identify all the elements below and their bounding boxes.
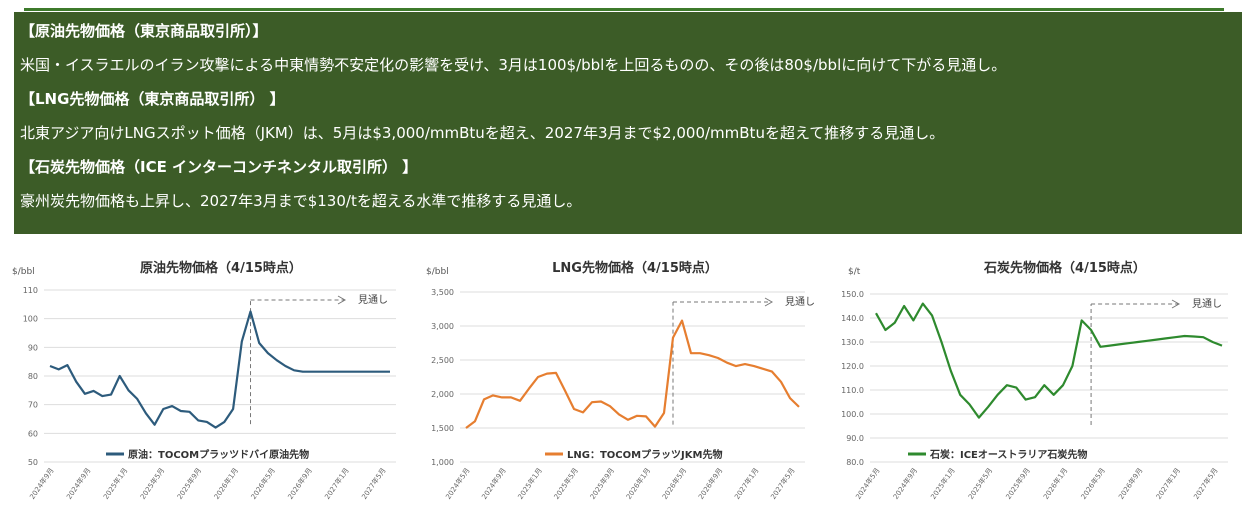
x-tick-label: 2027年5月 [1191,466,1219,501]
x-tick-label: 2024年9月 [27,466,55,501]
x-tick-label: 2025年5月 [552,466,580,501]
y-tick-label: 110 [23,286,38,295]
panel-heading-lng: 【LNG先物価格（東京商品取引所） 】 [20,90,285,108]
chart-coal: 石炭先物価格（4/15時点） $/t 150.0 140.0 130.0 120.0 110… [840,250,1240,524]
y-tick-label: 140.0 [841,314,864,323]
panel-text-lng: 北東アジア向けLNGスポット価格（JKM）は、5月は$3,000/mmBtuを超… [20,124,945,142]
forecast-annotation: 見通し [1192,298,1222,310]
x-tick-label: 2026年5月 [1079,466,1107,501]
series-line [49,310,390,429]
forecast-annotation: 見通し [358,294,388,306]
x-tick-label: 2026年5月 [249,466,277,501]
x-tick-label: 2027年5月 [768,466,796,501]
x-tick-label: 2027年5月 [359,466,387,501]
chart-title: LNG先物価格（4/15時点） [552,260,718,276]
x-tick-label: 2024年5月 [443,466,471,501]
y-tick-label: 80 [28,372,38,381]
y-tick-label: 60 [28,429,38,438]
panel-heading-coal: 【石炭先物価格（ICE インターコンチネンタル取引所） 】 [20,158,418,176]
x-tick-label: 2025年9月 [175,466,203,501]
legend-label: LNG：TOCOMプラッツJKM先物 [567,448,722,461]
legend-label: 原油：TOCOMプラッツドバイ原油先物 [128,448,309,461]
panel-heading-crude: 【原油先物価格（東京商品取引所）】 [20,22,268,40]
y-tick-label: 90.0 [846,434,864,443]
y-tick-label: 1,000 [431,458,454,467]
y-tick-label: 90 [28,343,38,352]
x-tick-label: 2025年1月 [516,466,544,501]
x-tick-label: 2025年9月 [588,466,616,501]
x-tick-label: 2026年1月 [212,466,240,501]
x-tick-label: 2026年1月 [1041,466,1069,501]
x-tick-label: 2025年1月 [101,466,129,501]
x-tick-label: 2026年9月 [696,466,724,501]
x-tick-label: 2024年5月 [853,466,881,501]
forecast-annotation: 見通し [785,296,815,308]
y-tick-label: 100 [23,315,38,324]
info-panel: 【原油先物価格（東京商品取引所）】 米国・イスラエルのイラン攻撃による中東情勢不… [14,12,1242,234]
chart-svg: 石炭先物価格（4/15時点） $/t 150.0 140.0 130.0 120.0 110… [841,260,1228,501]
chart-svg: 原油先物価格（4/15時点）$/bbl11010090807060502024年… [12,260,396,501]
x-tick-label: 2027年1月 [1154,466,1182,501]
panel-text-coal: 豪州炭先物価格も上昇し、2027年3月まで$130/tを超える水準で推移する見通… [20,192,582,210]
x-tick-label: 2024年9月 [480,466,508,501]
x-tick-label: 2024年9月 [891,466,919,501]
y-tick-label: 110.0 [841,386,864,395]
panel-text-crude: 米国・イスラエルのイラン攻撃による中東情勢不安定化の影響を受け、3月は100$/… [20,56,1007,74]
x-tick-label: 2027年1月 [323,466,351,501]
chart-title: 原油先物価格（4/15時点） [140,260,302,276]
y-tick-label: 130.0 [841,338,864,347]
chart-crude-oil: 原油先物価格（4/15時点） $/bbl 110 100 90 80 70 60 50 2024年… [6,250,406,524]
series-line [465,319,800,429]
x-tick-label: 2025年5月 [966,466,994,501]
top-rule [24,8,1224,11]
y-unit-label: $/bbl [12,267,35,277]
chart-lng: LNG先物価格（4/15時点） $/bbl 3,500 3,000 2,500 2,000… [420,250,825,524]
y-tick-label: 2,500 [431,356,454,365]
series-line [875,302,1223,419]
x-tick-label: 2026年1月 [624,466,652,501]
x-tick-label: 2026年5月 [660,466,688,501]
y-tick-label: 70 [28,401,38,410]
chart-title: 石炭先物価格（4/15時点） [983,260,1146,276]
y-tick-label: 2,000 [431,390,454,399]
x-tick-label: 2025年1月 [929,466,957,501]
x-tick-label: 2025年9月 [1004,466,1032,501]
y-tick-label: 150.0 [841,290,864,299]
y-unit-label: $/bbl [426,267,449,277]
y-tick-label: 3,000 [431,322,454,331]
x-tick-label: 2026年9月 [286,466,314,501]
y-tick-label: 100.0 [841,410,864,419]
y-tick-label: 1,500 [431,424,454,433]
chart-svg: LNG先物価格（4/15時点） $/bbl 3,500 3,000 2,500 2,000… [426,260,815,501]
x-tick-label: 2025年5月 [138,466,166,501]
y-tick-label: 120.0 [841,362,864,371]
y-tick-label: 80.0 [846,458,864,467]
legend-label: 石炭：ICEオーストラリア石炭先物 [929,448,1087,461]
y-tick-label: 50 [28,458,38,467]
x-tick-label: 2026年9月 [1116,466,1144,501]
x-tick-label: 2027年1月 [732,466,760,501]
x-tick-label: 2024年9月 [64,466,92,501]
y-unit-label: $/t [848,267,861,277]
y-tick-label: 3,500 [431,288,454,297]
